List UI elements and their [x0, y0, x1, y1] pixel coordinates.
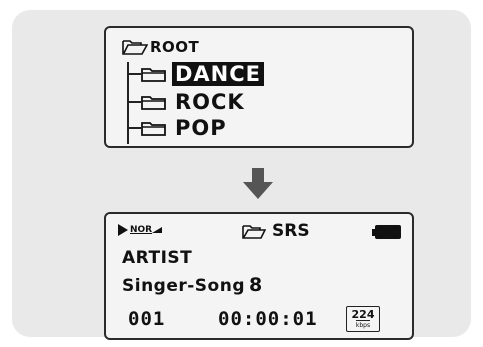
folder-icon — [141, 68, 166, 82]
folder-item-rock[interactable]: ROCK — [127, 90, 248, 114]
folder-browser-screen: ROOT DANCE ROCK POP — [104, 26, 414, 148]
battery-body — [375, 225, 401, 239]
song-title-text: Singer-Song — [122, 276, 246, 296]
open-folder-icon — [122, 40, 148, 55]
tree-branch — [127, 127, 141, 129]
folder-label: SRS — [272, 221, 310, 241]
bitrate-unit: kbps — [355, 320, 371, 329]
bitrate-badge: 224 kbps — [346, 306, 380, 332]
folder-icon — [141, 96, 166, 110]
tree-branch — [127, 73, 141, 75]
root-folder[interactable]: ROOT — [122, 38, 199, 56]
artist-label: ARTIST — [122, 248, 193, 268]
tree-branch — [127, 101, 141, 103]
folder-indicator: SRS — [242, 221, 310, 241]
folder-label: DANCE — [172, 62, 265, 86]
folder-label: POP — [175, 116, 227, 140]
now-playing-screen: NOR SRS ARTIST Singer-Song 8 001 00:00:01… — [104, 212, 414, 340]
down-arrow-icon — [243, 168, 273, 199]
track-number: 001 — [128, 308, 166, 330]
song-title: Singer-Song 8 — [122, 274, 263, 296]
eq-mode-label: NOR — [130, 225, 153, 235]
root-label: ROOT — [150, 38, 200, 56]
eq-ramp-icon — [152, 227, 163, 233]
eq-indicator[interactable]: NOR — [118, 224, 163, 236]
bitrate-value: 224 — [351, 308, 375, 321]
song-title-number: 8 — [249, 274, 263, 296]
folder-label: ROCK — [175, 90, 245, 114]
elapsed-time: 00:00:01 — [218, 308, 318, 330]
play-icon — [118, 224, 128, 236]
open-folder-icon — [242, 224, 266, 239]
folder-item-pop[interactable]: POP — [127, 116, 230, 140]
folder-item-dance[interactable]: DANCE — [127, 62, 265, 86]
battery-icon — [372, 225, 401, 239]
status-row: NOR SRS — [118, 221, 402, 243]
folder-icon — [141, 122, 166, 136]
